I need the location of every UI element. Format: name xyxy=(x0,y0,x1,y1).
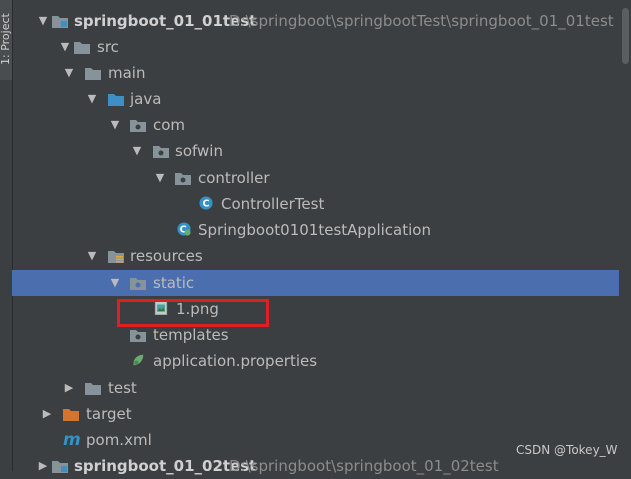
project-tool-tab-label: 1: Project xyxy=(0,13,12,65)
class-label-controller-test: ControllerTest xyxy=(221,195,325,213)
project-path: D:\springboot\springboot_01_02test xyxy=(229,457,499,475)
tree-row-sofwin[interactable]: ▼ sofwin xyxy=(12,138,619,164)
folder-icon xyxy=(85,68,101,80)
expand-arrow-right-icon[interactable]: ▶ xyxy=(36,453,50,479)
folder-label-src: src xyxy=(97,38,119,56)
package-label-controller: controller xyxy=(198,169,270,187)
package-label-sofwin: sofwin xyxy=(175,142,223,160)
tree-row-png[interactable]: 1.png xyxy=(12,296,619,322)
expand-arrow-down-icon[interactable]: ▼ xyxy=(108,112,122,138)
folder-icon xyxy=(85,383,101,395)
folder-label-java: java xyxy=(130,90,162,108)
spring-leaf-icon xyxy=(133,354,144,366)
vertical-scrollbar[interactable] xyxy=(619,0,631,471)
expand-arrow-down-icon[interactable]: ▼ xyxy=(36,8,50,34)
java-class-icon: C xyxy=(199,196,213,210)
expand-arrow-down-icon[interactable]: ▼ xyxy=(58,34,72,60)
tree-row-test[interactable]: ▶ test xyxy=(12,375,619,401)
expand-arrow-down-icon[interactable]: ▼ xyxy=(85,86,99,112)
tree-row-application-properties[interactable]: application.properties xyxy=(12,348,619,374)
package-icon xyxy=(175,173,191,185)
folder-label-static: static xyxy=(153,274,195,292)
tree-row-application-class[interactable]: C Springboot0101testApplication xyxy=(12,217,619,243)
project-path: D:\springboot\springbootTest\springboot_… xyxy=(229,12,614,30)
resources-folder-icon xyxy=(108,251,124,263)
expand-arrow-down-icon[interactable]: ▼ xyxy=(62,60,76,86)
tree-row-controller[interactable]: ▼ controller xyxy=(12,165,619,191)
tree-row-java[interactable]: ▼ java xyxy=(12,86,619,112)
class-label-application: Springboot0101testApplication xyxy=(198,221,431,239)
package-label-com: com xyxy=(153,116,186,134)
file-label-application-properties: application.properties xyxy=(153,352,318,370)
package-icon xyxy=(153,146,169,158)
folder-icon xyxy=(130,278,146,290)
folder-icon xyxy=(130,330,146,342)
folder-label-target: target xyxy=(86,405,132,423)
tree-row-src[interactable]: ▼ src xyxy=(12,34,619,60)
tree-row-com[interactable]: ▼ com xyxy=(12,112,619,138)
tree-row-resources[interactable]: ▼ resources xyxy=(12,243,619,269)
expand-arrow-right-icon[interactable]: ▶ xyxy=(62,375,76,401)
package-icon xyxy=(130,120,146,132)
red-highlight-annotation xyxy=(117,299,269,327)
tree-row-target[interactable]: ▶ target xyxy=(12,401,619,427)
file-label-pom: pom.xml xyxy=(86,431,152,449)
folder-icon xyxy=(74,42,90,54)
tree-row-project1[interactable]: ▼ springboot_01_01test D:\springboot\spr… xyxy=(12,8,619,34)
expand-arrow-down-icon[interactable]: ▼ xyxy=(108,270,122,296)
source-folder-icon xyxy=(108,94,124,106)
watermark: CSDN @Tokey_W xyxy=(516,443,618,457)
folder-label-main: main xyxy=(108,64,146,82)
expand-arrow-down-icon[interactable]: ▼ xyxy=(153,165,167,191)
expand-arrow-down-icon[interactable]: ▼ xyxy=(130,138,144,164)
scrollbar-thumb[interactable] xyxy=(622,8,629,64)
tree-row-static[interactable]: ▼ static xyxy=(12,270,619,296)
expand-arrow-down-icon[interactable]: ▼ xyxy=(85,243,99,269)
maven-icon: m xyxy=(63,430,81,450)
folder-label-resources: resources xyxy=(130,247,203,265)
project-tool-tab[interactable]: 1: Project xyxy=(0,0,12,80)
expand-arrow-right-icon[interactable]: ▶ xyxy=(40,401,54,427)
svg-text:C: C xyxy=(202,199,209,210)
project-tree: ▼ springboot_01_01test D:\springboot\spr… xyxy=(12,0,619,475)
folder-label-test: test xyxy=(108,379,137,397)
tree-row-main[interactable]: ▼ main xyxy=(12,60,619,86)
tree-row-templates[interactable]: templates xyxy=(12,322,619,348)
tree-row-controller-test[interactable]: C ControllerTest xyxy=(12,191,619,217)
excluded-folder-icon xyxy=(63,409,79,421)
module-folder-icon xyxy=(52,16,68,28)
spring-boot-class-icon: C xyxy=(177,222,191,236)
